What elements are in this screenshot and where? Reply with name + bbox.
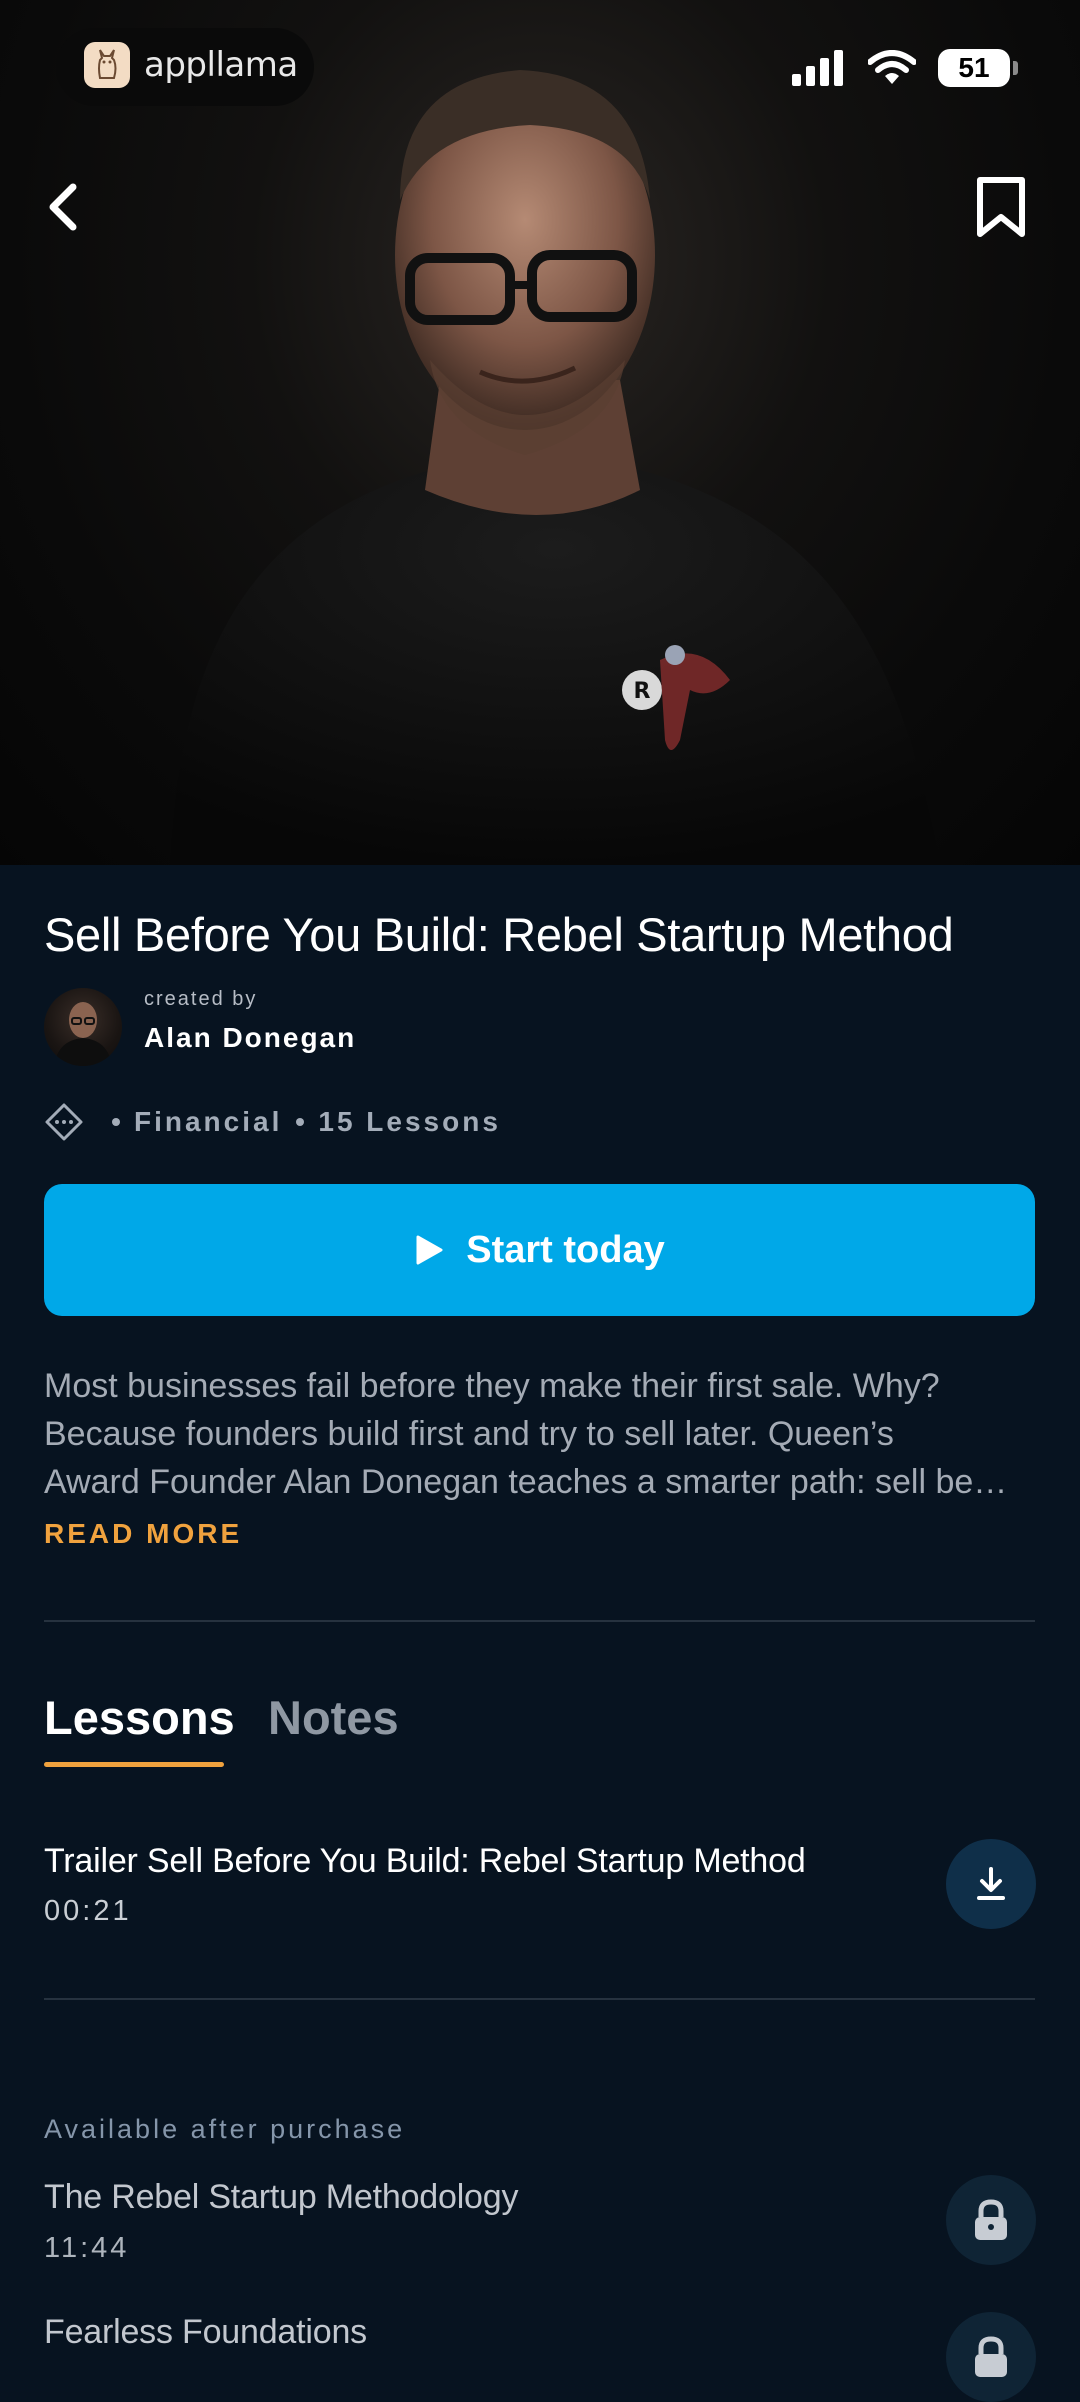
battery-level: 51: [958, 52, 990, 83]
description-line: Award Founder Alan Donegan teaches a sma…: [44, 1463, 1008, 1501]
download-button[interactable]: [946, 1839, 1036, 1929]
bookmark-icon: [977, 177, 1025, 237]
lesson-title: Fearless Foundations: [44, 2313, 367, 2351]
course-title: Sell Before You Build: Rebel Startup Met…: [44, 908, 954, 961]
avatar[interactable]: [44, 988, 122, 1066]
divider: [44, 1998, 1035, 2000]
system-status-icons: 51: [792, 44, 1018, 92]
description-line: Because founders build first and try to …: [44, 1415, 894, 1453]
start-today-label: Start today: [466, 1228, 665, 1271]
course-description: Most businesses fail before they make th…: [44, 1362, 1040, 1506]
chevron-left-icon: [49, 183, 77, 231]
lessons-count: 15 Lessons: [318, 1106, 501, 1137]
lock-button[interactable]: [946, 2175, 1036, 2265]
divider: [44, 1620, 1035, 1622]
active-tab-indicator: [44, 1762, 224, 1767]
instructor-portrait: R: [170, 70, 940, 865]
download-icon: [977, 1867, 1005, 1900]
read-more-link[interactable]: READ MORE: [44, 1518, 242, 1550]
tab-notes[interactable]: Notes: [268, 1690, 399, 1745]
separator-dot: [296, 1117, 305, 1126]
start-today-button[interactable]: Start today: [44, 1184, 1035, 1316]
meta-text: Financial 15 Lessons: [98, 1106, 501, 1138]
back-button[interactable]: [28, 172, 98, 242]
created-by-label: created by: [144, 988, 258, 1010]
lesson-duration: 11:44: [44, 2232, 130, 2264]
creator-avatar-image: [54, 1002, 112, 1066]
bookmark-button[interactable]: [966, 172, 1036, 242]
course-meta: Financial 15 Lessons: [44, 1092, 501, 1152]
lesson-title: Trailer Sell Before You Build: Rebel Sta…: [44, 1842, 806, 1880]
lock-button[interactable]: [946, 2312, 1036, 2402]
play-icon: [416, 1235, 443, 1265]
app-indicator-pill: appllama: [56, 28, 314, 106]
hero-image: R appllama 51: [0, 0, 1080, 865]
lock-icon: [975, 2199, 1007, 2240]
svg-text:R: R: [634, 679, 651, 704]
category-label: Financial: [134, 1106, 283, 1137]
creator-name[interactable]: Alan Donegan: [144, 1022, 356, 1054]
lock-icon: [975, 2336, 1007, 2377]
wifi-icon: [868, 50, 916, 84]
lesson-duration: 00:21: [44, 1895, 132, 1927]
battery-indicator: 51: [938, 49, 1018, 87]
llama-logo-icon: [84, 42, 130, 88]
available-after-purchase-label: Available after purchase: [44, 2114, 406, 2144]
battery-nub: [1013, 61, 1018, 75]
tag-diamond-icon: [45, 1103, 83, 1141]
lesson-title: The Rebel Startup Methodology: [44, 2178, 519, 2216]
cellular-signal-icon: [792, 50, 843, 86]
description-line: Most businesses fail before they make th…: [44, 1367, 940, 1405]
app-name: appllama: [144, 45, 298, 85]
separator-dot: [112, 1117, 120, 1126]
tab-lessons[interactable]: Lessons: [44, 1690, 235, 1745]
